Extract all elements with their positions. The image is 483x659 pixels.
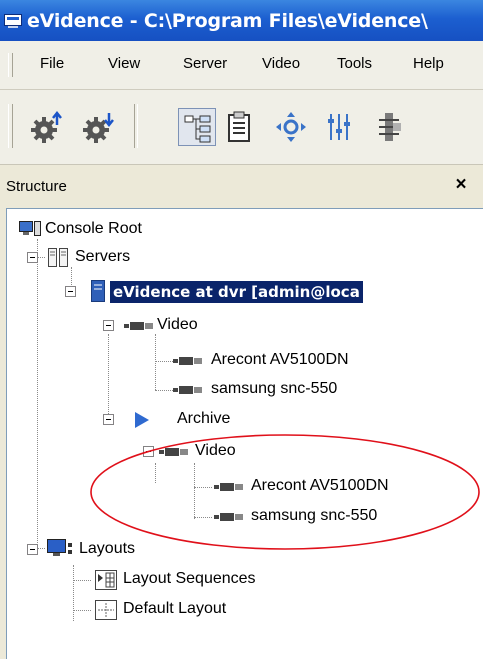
tree-label-default-layout: Default Layout bbox=[123, 600, 227, 617]
collapse-toggle-archive[interactable] bbox=[103, 414, 114, 425]
tree-label-server: eVidence at dvr [admin@loca bbox=[110, 281, 363, 303]
window-title: eVidence - C:\Program Files\eVidence\ bbox=[27, 10, 428, 32]
layouts-icon bbox=[47, 539, 72, 556]
sliders-button[interactable] bbox=[320, 108, 358, 146]
menu-help[interactable]: Help bbox=[413, 55, 444, 72]
tree-node-camera-arecont[interactable]: Arecont AV5100DN bbox=[7, 348, 349, 374]
gear-download-icon bbox=[83, 113, 114, 143]
gear-upload-icon bbox=[31, 111, 62, 143]
tree-label-archive: Archive bbox=[177, 410, 231, 427]
camera-icon bbox=[124, 322, 153, 330]
menu-file[interactable]: File bbox=[40, 55, 64, 72]
camera-icon bbox=[173, 357, 202, 365]
tree-view-button[interactable] bbox=[178, 108, 216, 146]
app-icon bbox=[4, 14, 22, 28]
play-arrow-icon bbox=[135, 412, 149, 428]
tree-label-layout-sequences: Layout Sequences bbox=[123, 570, 256, 587]
device-config-icon bbox=[379, 113, 401, 141]
tree-node-server[interactable]: eVidence at dvr [admin@loca bbox=[7, 279, 483, 305]
server-icon bbox=[91, 280, 105, 302]
tree-node-default-layout[interactable]: Default Layout bbox=[7, 597, 327, 623]
gear-upload-button[interactable] bbox=[28, 108, 66, 146]
highlight-ellipse bbox=[90, 434, 480, 550]
console-root-icon bbox=[19, 221, 41, 236]
layout-grid-icon bbox=[95, 600, 117, 620]
collapse-toggle-servers[interactable] bbox=[27, 252, 38, 263]
tree-node-console-root[interactable]: Console Root bbox=[7, 217, 207, 243]
tree-node-servers[interactable]: Servers bbox=[7, 245, 207, 271]
title-bar[interactable]: eVidence - C:\Program Files\eVidence\ bbox=[0, 0, 483, 41]
structure-panel-header: Structure × bbox=[0, 166, 483, 208]
ptz-control-button[interactable] bbox=[272, 108, 310, 146]
camera-icon bbox=[173, 386, 202, 394]
menu-bar: File View Server Video Tools Help bbox=[0, 41, 483, 90]
tree-label-camera-arecont: Arecont AV5100DN bbox=[211, 351, 349, 368]
clipboard-list-icon bbox=[228, 111, 250, 142]
tree-node-archive[interactable]: Archive bbox=[7, 407, 231, 433]
close-icon[interactable]: × bbox=[450, 174, 472, 196]
tree-node-video[interactable]: Video bbox=[7, 313, 227, 339]
menu-server[interactable]: Server bbox=[183, 55, 227, 72]
tree-node-camera-samsung[interactable]: samsung snc-550 bbox=[7, 377, 337, 403]
collapse-toggle-video[interactable] bbox=[103, 320, 114, 331]
sliders-icon bbox=[328, 114, 350, 140]
toolbar bbox=[0, 90, 483, 165]
servers-icon bbox=[48, 248, 68, 267]
clipboard-button[interactable] bbox=[220, 108, 258, 146]
tree-view-icon bbox=[184, 115, 211, 143]
tree-node-layout-sequences[interactable]: Layout Sequences bbox=[7, 567, 327, 593]
menu-video[interactable]: Video bbox=[262, 55, 300, 72]
toolbar-grip[interactable] bbox=[8, 104, 13, 148]
menubar-grip[interactable] bbox=[8, 53, 13, 77]
panel-title: Structure bbox=[6, 178, 67, 195]
collapse-toggle-layouts[interactable] bbox=[27, 544, 38, 555]
menu-view[interactable]: View bbox=[108, 55, 140, 72]
menu-tools[interactable]: Tools bbox=[337, 55, 372, 72]
layout-sequence-icon bbox=[95, 570, 117, 590]
tree-label-servers: Servers bbox=[75, 248, 131, 265]
collapse-toggle-server[interactable] bbox=[65, 286, 76, 297]
ptz-control-icon bbox=[276, 112, 306, 142]
device-config-button[interactable] bbox=[372, 108, 410, 146]
tree-label-camera-samsung: samsung snc-550 bbox=[211, 380, 338, 397]
gear-download-button[interactable] bbox=[80, 108, 118, 146]
tree-label-video: Video bbox=[157, 316, 198, 333]
tree-label-console-root: Console Root bbox=[45, 220, 142, 237]
